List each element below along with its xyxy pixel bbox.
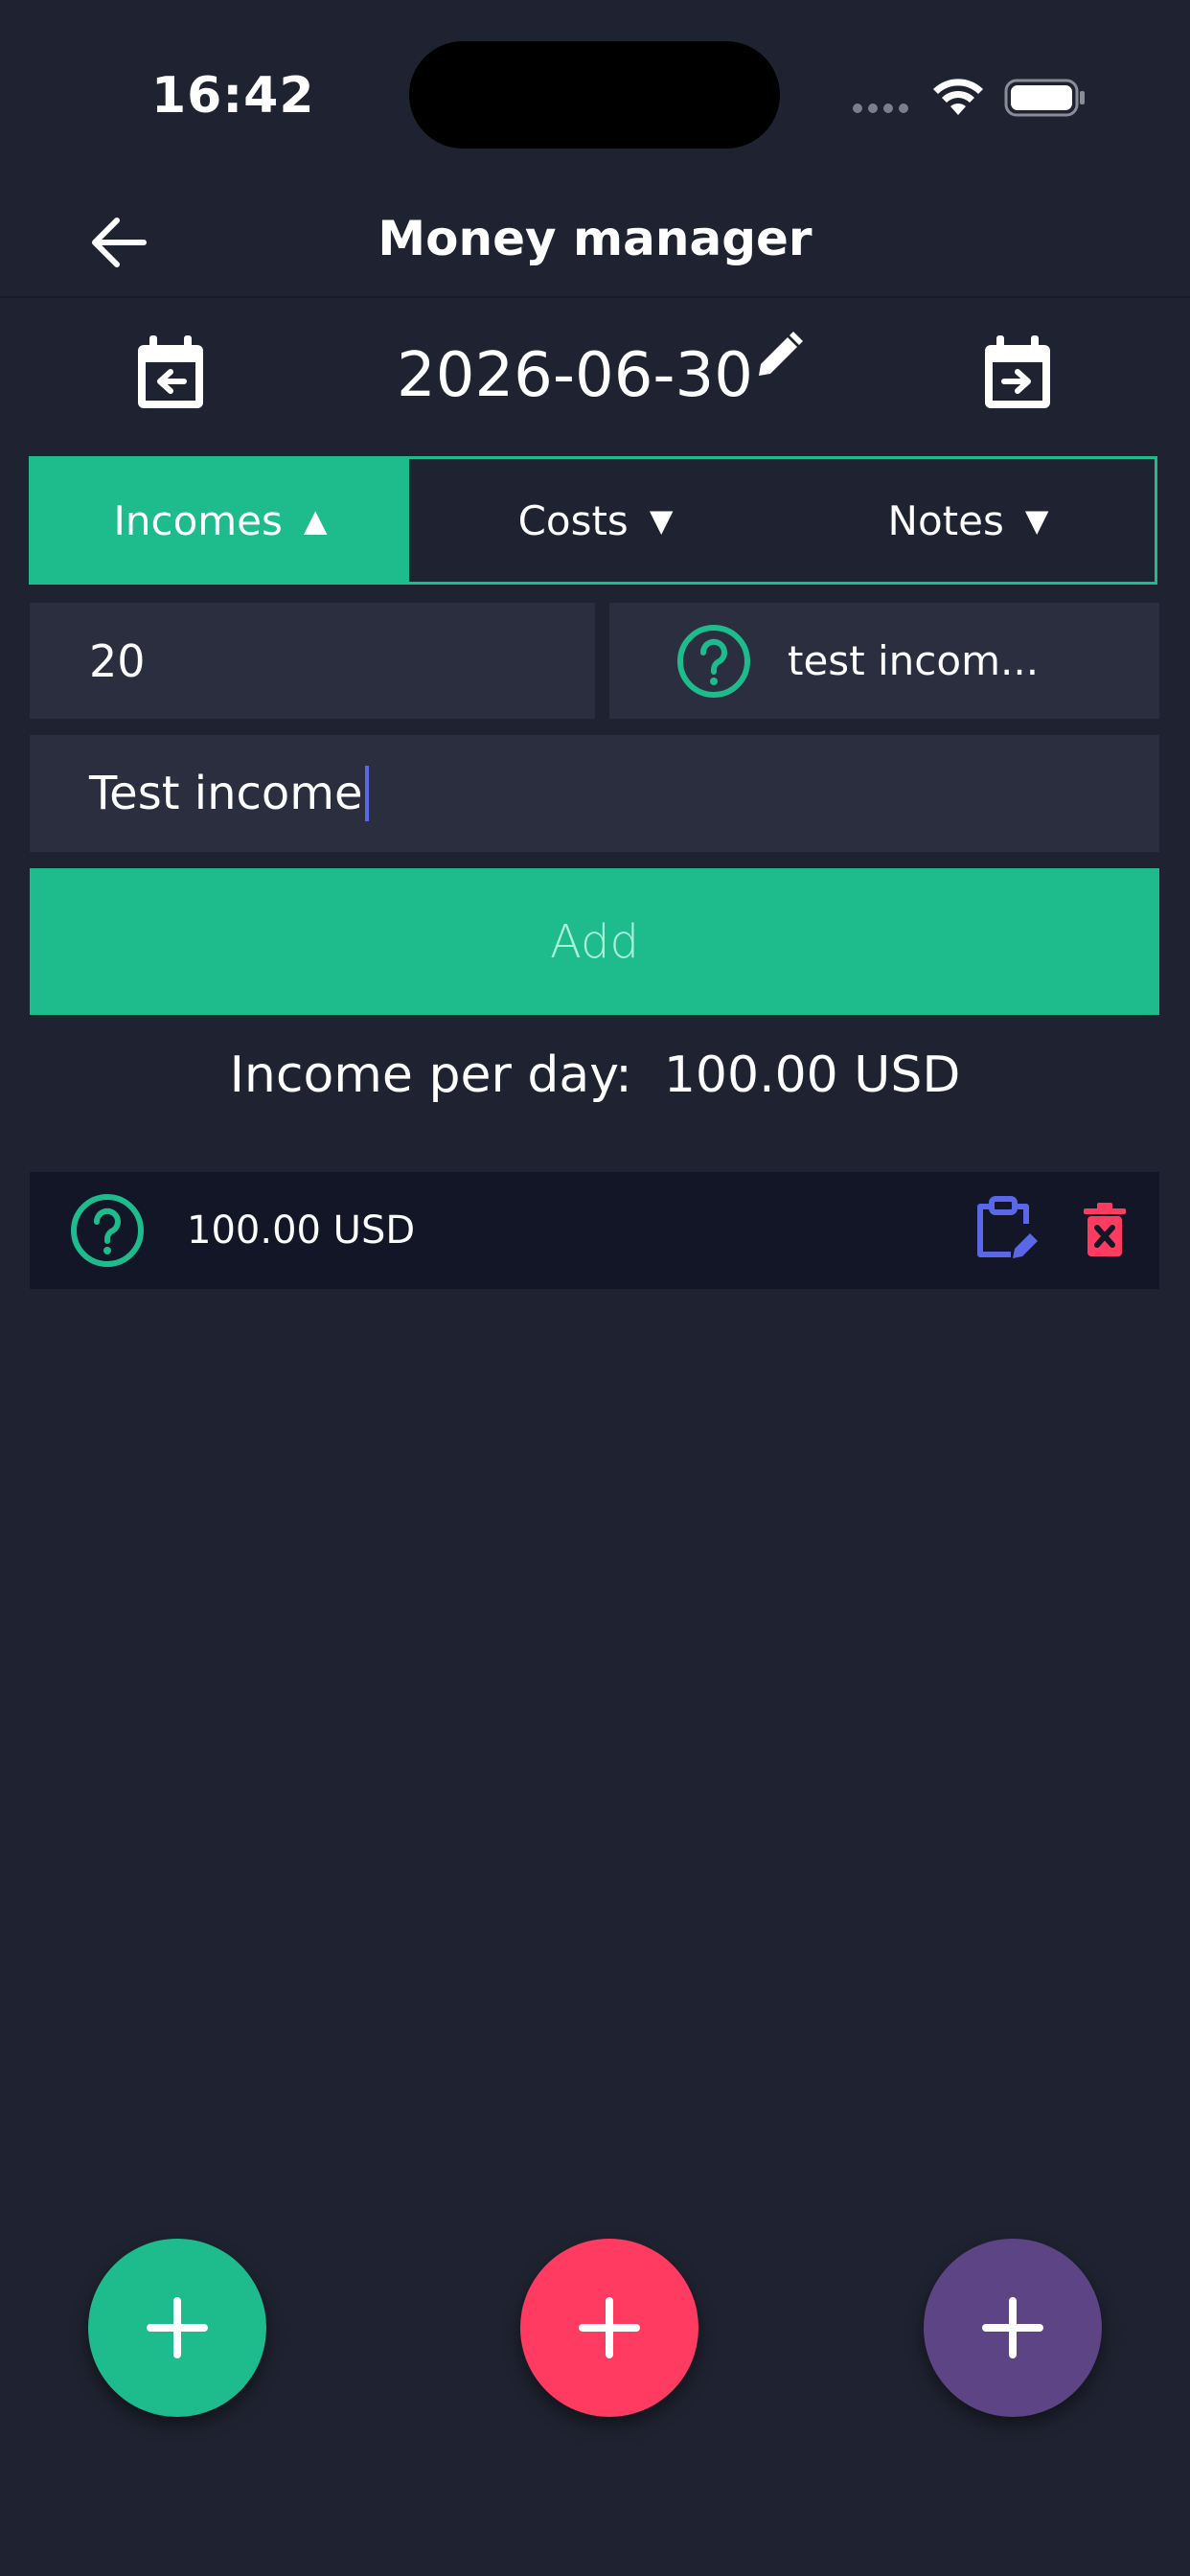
tab-costs-arrow-icon: ▼ (649, 502, 674, 539)
income-per-day: Income per day: 100.00 USD (0, 1046, 1190, 1104)
tab-incomes[interactable]: Incomes ▲ (32, 459, 409, 582)
description-input[interactable]: Test income (30, 735, 1159, 852)
status-time: 16:42 (151, 67, 315, 125)
current-date[interactable]: 2026-06-30 (397, 340, 753, 411)
dynamic-island (409, 41, 780, 149)
tab-costs-label: Costs (517, 496, 629, 544)
question-circle-icon (677, 624, 750, 698)
add-note-button[interactable] (924, 2239, 1102, 2417)
edit-date-pencil-icon[interactable] (751, 330, 805, 383)
page-title: Money manager (378, 211, 812, 266)
tab-costs[interactable]: Costs ▼ (409, 459, 782, 582)
previous-day-button[interactable] (134, 335, 207, 412)
next-day-button[interactable] (981, 335, 1054, 412)
money-manager-screen: 16:42 Money manager 2026-06-30 Incomes ▲… (0, 0, 1190, 2576)
category-tabs: Incomes ▲ Costs ▼ Notes ▼ (29, 456, 1157, 585)
clipboard-edit-icon[interactable] (973, 1195, 1040, 1264)
text-caret (364, 766, 369, 821)
tab-incomes-label: Incomes (113, 496, 283, 544)
list-item[interactable]: 100.00 USD (30, 1172, 1159, 1289)
add-button[interactable]: Add (30, 868, 1159, 1015)
income-per-day-label: Income per day: (229, 1046, 632, 1104)
delete-icon[interactable] (1082, 1201, 1128, 1258)
income-per-day-value: 100.00 USD (663, 1046, 961, 1104)
question-circle-icon (71, 1194, 144, 1267)
cellular-signal-icon (853, 104, 908, 113)
description-value: Test income (89, 767, 363, 820)
plus-icon (147, 2297, 208, 2358)
category-label: test incom... (788, 637, 1040, 684)
tab-notes[interactable]: Notes ▼ (782, 459, 1155, 582)
plus-icon (579, 2297, 640, 2358)
add-income-button[interactable] (88, 2239, 266, 2417)
amount-input[interactable] (30, 603, 595, 719)
tab-notes-label: Notes (887, 496, 1004, 544)
category-select[interactable]: test incom... (609, 603, 1159, 719)
entry-amount: 100.00 USD (187, 1208, 416, 1253)
header-divider (0, 296, 1190, 298)
add-cost-button[interactable] (520, 2239, 698, 2417)
tab-notes-arrow-icon: ▼ (1024, 502, 1049, 539)
battery-icon (1004, 79, 1085, 117)
wifi-icon (933, 79, 983, 115)
tab-incomes-arrow-icon: ▲ (303, 502, 328, 539)
plus-icon (982, 2297, 1043, 2358)
